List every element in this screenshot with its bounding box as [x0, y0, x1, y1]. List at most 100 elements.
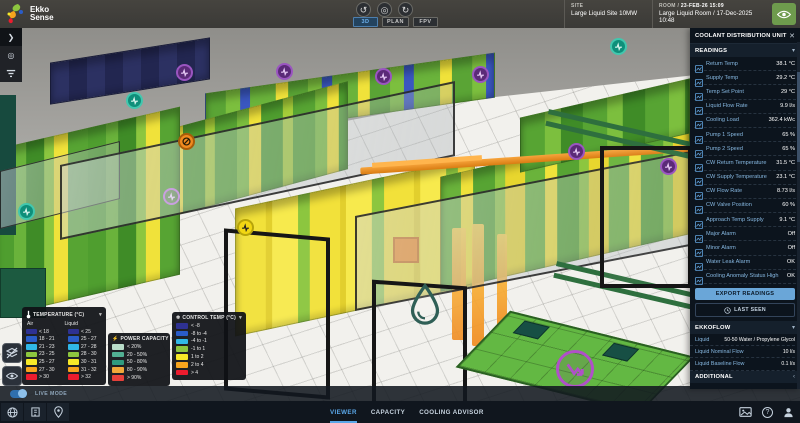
chart-icon[interactable] [695, 102, 703, 116]
sensor-pulse-icon[interactable] [472, 66, 489, 83]
live-mode-toggle[interactable] [10, 389, 27, 398]
last-seen-button[interactable]: LAST SEEN [695, 303, 795, 317]
alarm-prohibition-icon[interactable] [178, 133, 195, 150]
reading-row: Pump 1 Speed 65 % [694, 128, 796, 144]
bottom-bar: VIEWER CAPACITY COOLING ADVISOR ? [0, 401, 800, 423]
chart-icon[interactable] [695, 74, 703, 87]
reading-value: 9.9 l/s [780, 103, 795, 110]
chart-icon[interactable] [695, 60, 703, 73]
filter-icon[interactable] [0, 64, 22, 82]
power-swatch [112, 367, 124, 373]
ekkoflow-value: 0.1 l/s [781, 360, 795, 367]
temperature-legend-row: < 18 < 25 [26, 329, 102, 335]
site-selector-icon[interactable] [24, 403, 46, 421]
sensor-pulse-outline-icon[interactable] [163, 188, 180, 205]
ekkoflow-section-header[interactable]: EKKOFLOW ▾ [690, 321, 800, 334]
visibility-settings-icon[interactable] [2, 366, 22, 386]
layers-off-icon[interactable] [2, 343, 22, 363]
control-range: > 4 [191, 369, 199, 376]
chart-icon[interactable] [695, 173, 703, 187]
chart-icon[interactable] [695, 145, 703, 158]
room-selector-icon[interactable] [47, 403, 69, 421]
temperature-legend-row: 23 - 25 28 - 30 [26, 351, 102, 357]
control-temp-legend: ❄ CONTROL TEMP (°C) ▾ < -8 -8 to -4 -4 t… [172, 312, 246, 381]
main-tab[interactable]: VIEWER [330, 401, 357, 423]
reading-row: CW Return Temperature 31.5 °C [694, 156, 796, 172]
liquid-swatch [68, 336, 79, 342]
sensor-pulse-icon[interactable] [660, 158, 677, 175]
reading-label: Major Alarm [706, 230, 736, 237]
control-legend-row: -1 to 1 [176, 346, 242, 352]
chart-icon[interactable] [695, 131, 703, 144]
view-mode-button[interactable]: PLAN [382, 17, 409, 27]
chart-icon[interactable] [695, 230, 703, 243]
sensor-pulse-icon[interactable] [610, 38, 627, 55]
ekkoflow-label: Liquid Nominal Flow [695, 348, 744, 355]
sensor-pulse-icon[interactable] [568, 143, 585, 160]
chart-icon[interactable] [695, 201, 703, 215]
liquid-droplet-icon[interactable] [402, 280, 448, 331]
site-label: SITE [571, 3, 584, 9]
sensor-pulse-warning-icon[interactable] [237, 219, 254, 236]
temperature-legend-row: 18 - 21 25 - 27 [26, 336, 102, 342]
sensor-pulse-icon[interactable] [375, 68, 392, 85]
liquid-range: 25 - 27 [81, 336, 97, 343]
chart-icon[interactable] [695, 258, 703, 272]
reading-row: Temp Set Point 29 °C [694, 85, 796, 101]
visibility-eye-button[interactable] [772, 3, 796, 25]
air-range: > 30 [39, 374, 49, 381]
reading-label: Pump 2 Speed [706, 145, 744, 152]
air-range: 27 - 30 [39, 366, 55, 373]
liquid-range: 27 - 28 [81, 343, 97, 350]
reset-view-icon[interactable]: ◎ [377, 2, 392, 17]
chart-icon[interactable] [695, 159, 703, 172]
target-focus-icon[interactable]: ◎ [0, 46, 22, 64]
logo-line2: Sense [30, 13, 54, 22]
view-mode-button[interactable]: FPV [412, 17, 438, 27]
chart-icon[interactable] [695, 116, 703, 130]
chart-icon[interactable] [695, 244, 703, 258]
world-selector-icon[interactable] [1, 403, 23, 421]
close-icon[interactable]: ✕ [789, 32, 795, 40]
rotate-right-icon[interactable]: ↻ [398, 2, 413, 17]
chart-icon[interactable] [695, 187, 703, 201]
air-range: 18 - 21 [39, 336, 55, 343]
flow-exchange-icon[interactable] [556, 350, 594, 388]
main-tab[interactable]: CAPACITY [371, 401, 405, 423]
sensor-pulse-icon[interactable] [18, 203, 35, 220]
eye-icon [777, 10, 791, 18]
reading-row: Major Alarm Off [694, 227, 796, 243]
reading-value: 8.73 l/s [776, 188, 795, 195]
temperature-legend-header[interactable]: TEMPERATURE (°C) ▾ [26, 310, 102, 319]
sensor-pulse-icon[interactable] [276, 63, 293, 80]
rotate-left-icon[interactable]: ↺ [356, 2, 371, 17]
help-icon[interactable]: ? [762, 406, 773, 418]
user-icon[interactable] [783, 407, 794, 418]
main-tab[interactable]: COOLING ADVISOR [419, 401, 484, 423]
cdu-machine[interactable] [601, 342, 640, 362]
readings-section-header[interactable]: READINGS ▾ [690, 44, 800, 57]
temperature-legend-row: 25 - 27 30 - 31 [26, 359, 102, 365]
reading-value: 60 % [782, 202, 795, 209]
sensor-pulse-icon[interactable] [126, 92, 143, 109]
air-swatch [26, 336, 37, 342]
chart-icon[interactable] [695, 272, 703, 286]
reading-row: CW Supply Temperature 23.1 °C [694, 171, 796, 187]
power-capacity-legend: ⚡ POWER CAPACITY ▾ < 20% 20 - 50% 50 - 8… [108, 333, 173, 386]
expand-panel-icon[interactable]: ❯ [0, 28, 22, 46]
screenshot-icon[interactable] [739, 407, 752, 417]
additional-section-header[interactable]: ADDITIONAL ‹ [690, 370, 800, 383]
chart-icon[interactable] [695, 88, 703, 101]
chart-icon[interactable] [695, 216, 703, 229]
air-swatch [26, 328, 37, 335]
control-range: < -8 [191, 322, 200, 329]
control-legend-row: > 4 [176, 370, 242, 376]
control-temp-legend-header[interactable]: ❄ CONTROL TEMP (°C) ▾ [176, 315, 242, 321]
control-legend-row: 1 to 2 [176, 354, 242, 360]
export-readings-button[interactable]: EXPORT READINGS [695, 288, 795, 300]
power-capacity-legend-header[interactable]: ⚡ POWER CAPACITY ▾ [112, 336, 173, 342]
control-swatch [176, 330, 188, 337]
sensor-pulse-icon[interactable] [176, 64, 193, 81]
view-mode-button[interactable]: 3D [353, 17, 378, 27]
cdu-machine[interactable] [512, 320, 550, 340]
